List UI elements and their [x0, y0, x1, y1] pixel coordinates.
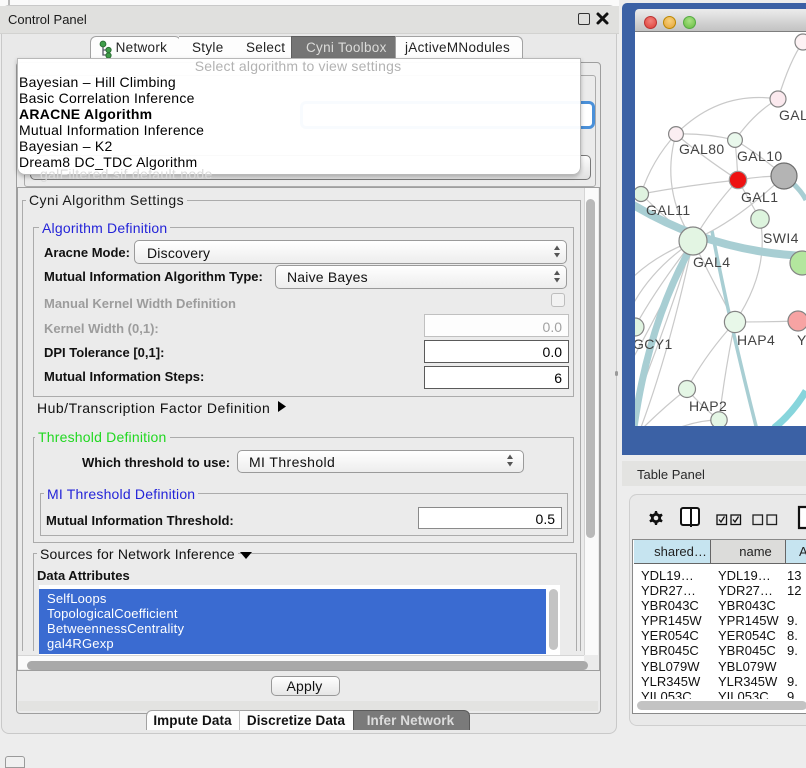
- svg-text:GAL4: GAL4: [693, 254, 730, 270]
- svg-text:HAP2: HAP2: [689, 398, 727, 414]
- svg-text:GAL7: GAL7: [779, 107, 806, 123]
- svg-text:GAL11: GAL11: [646, 202, 691, 218]
- svg-text:GAL80: GAL80: [679, 141, 725, 157]
- svg-text:HAP4: HAP4: [737, 332, 775, 348]
- svg-text:GCY1: GCY1: [635, 336, 673, 352]
- svg-text:YJ: YJ: [797, 332, 806, 348]
- svg-text:SWI4: SWI4: [763, 230, 799, 246]
- svg-text:GAL10: GAL10: [737, 148, 783, 164]
- svg-text:GAL1: GAL1: [741, 189, 778, 205]
